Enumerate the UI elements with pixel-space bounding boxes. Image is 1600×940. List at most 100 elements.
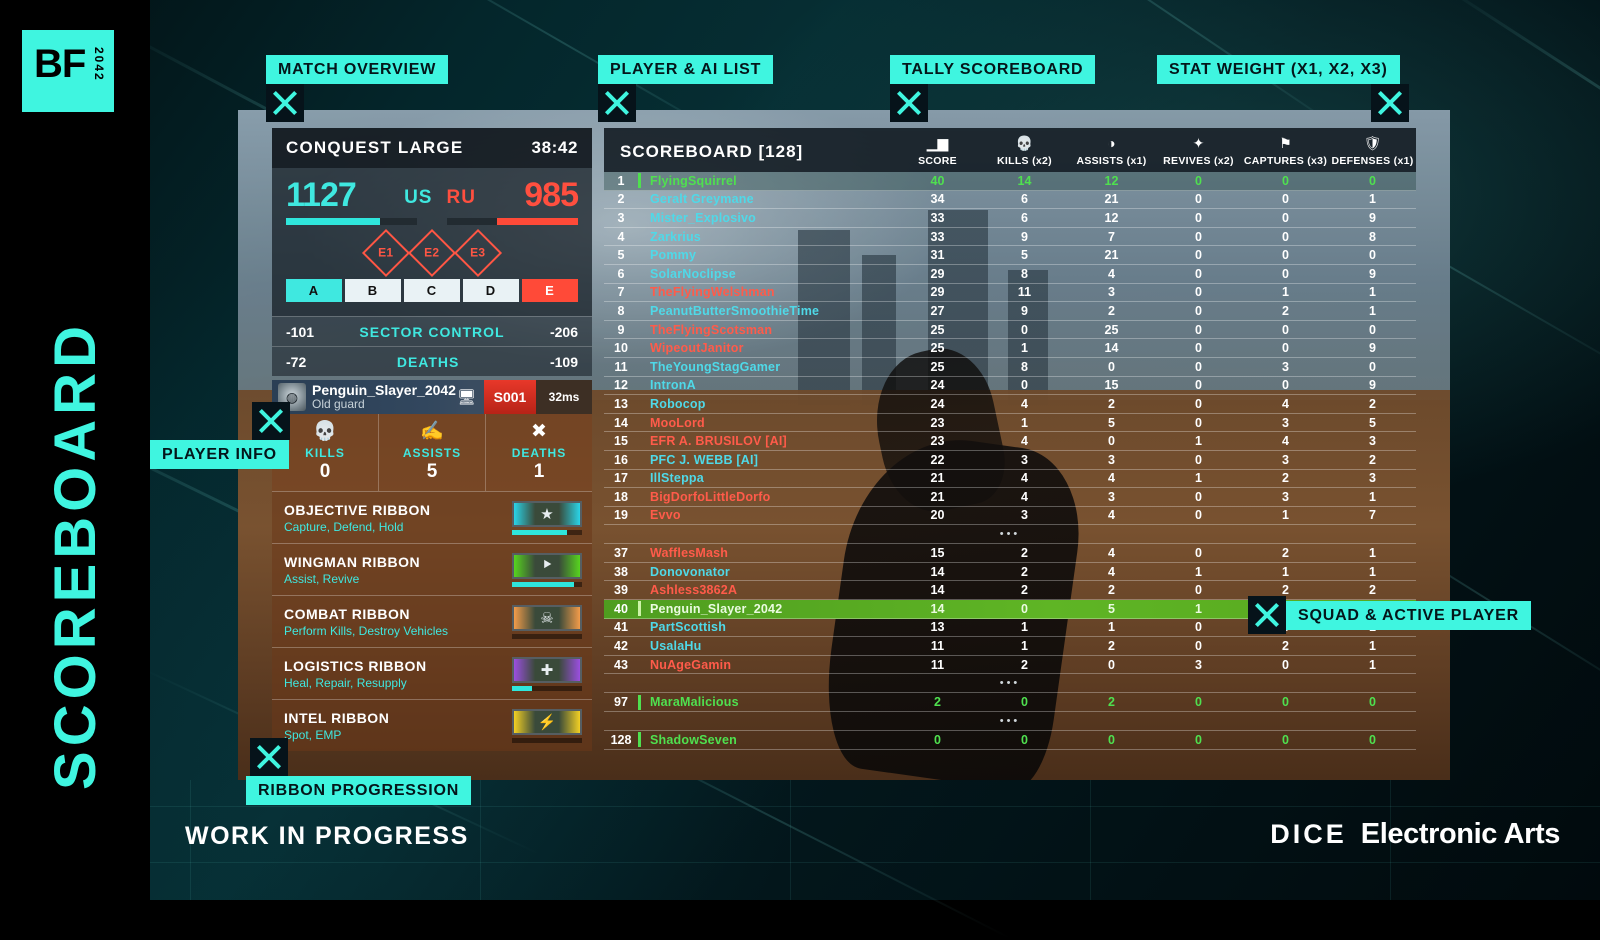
flag-icon: ⚑ [1279,135,1292,151]
table-row[interactable]: 37 WafflesMash 15 2 4 0 2 1 [604,544,1416,563]
row-defenses: 1 [1369,192,1376,207]
table-row[interactable]: 10 WipeoutJanitor 25 1 14 0 0 9 [604,339,1416,358]
row-player: WafflesMash [638,546,894,561]
close-icon[interactable] [1371,84,1409,122]
row-player: EFR A. BRUSILOV [AI] [638,434,894,449]
annotation-stat-weight-label: STAT WEIGHT (X1, X2, X3) [1157,55,1400,84]
table-row[interactable]: 19 Evvo 20 3 4 0 1 7 [604,507,1416,526]
table-row[interactable]: 1 FlyingSquirrel 40 14 12 0 0 0 [604,172,1416,191]
table-row[interactable]: 9 TheFlyingScotsman 25 0 25 0 0 0 [604,321,1416,340]
close-icon[interactable] [890,84,928,122]
close-icon[interactable] [252,402,290,440]
table-row[interactable]: 14 MooLord 23 1 5 0 3 5 [604,414,1416,433]
table-row[interactable]: 7 TheFlyingWelshman 29 11 3 011 [604,284,1416,303]
scoreboard-column-header[interactable]: 🛡 DEFENSES (x1) [1329,136,1416,172]
row-stats: 25 0 25 0 0 0 [894,323,1416,337]
scoreboard-column-header[interactable]: ◑ ASSISTS (x1) [1068,136,1155,172]
capture-point-b[interactable]: B [345,279,401,302]
table-row[interactable]: 38 Donovonator 14 2 4 1 1 1 [604,563,1416,582]
row-kills: 2 [1021,657,1028,672]
table-row[interactable]: 13 Robocop 24 4 2 0 4 2 [604,395,1416,414]
table-row[interactable]: 8 PeanutButterSmoothieTime 27 9 2 0 2 1 [604,302,1416,321]
row-stats: 33 9 7 0 0 8 [894,230,1416,244]
row-kills: 1 [1021,415,1028,430]
scoreboard-column-header[interactable]: ✦ REVIVES (x2) [1155,136,1242,172]
capture-point-bar: A B C D E [286,279,578,302]
table-row[interactable]: 3 Mister_Explosivo 33 6 12 0 0 9 [604,209,1416,228]
annotation-squad-active-player: SQUAD & ACTIVE PLAYER [1248,596,1531,634]
background-gridline [480,780,481,900]
table-row[interactable]: 11 TheYoungStagGamer 25 8 0 0 3 0 [604,358,1416,377]
squad-badge[interactable]: S001 [484,380,536,414]
table-row[interactable]: 16 PFC J. WEBB [AI] 22 3 3 0 3 2 [604,451,1416,470]
scoreboard-column-headers: ▁▆ SCORE 💀 KILLS (x2) ◑ ASSISTS (x1) ✦ REVI… [894,136,1416,172]
row-score: 33 [930,229,945,244]
squad-indicator [638,285,641,300]
row-revives: 0 [1195,489,1202,504]
capture-point-d[interactable]: D [463,279,519,302]
table-row[interactable]: 5 Pommy 31 5 21 0 0 0 [604,246,1416,265]
row-assists: 2 [1108,303,1115,318]
ribbon-item[interactable]: OBJECTIVE RIBBON Capture, Defend, Hold ★ [272,491,592,543]
table-row[interactable]: 17 IllSteppa 21 4 4 1 2 3 [604,470,1416,489]
ribbon-art: ⚡ [512,708,582,743]
row-revives: 0 [1195,192,1202,207]
ribbon-item[interactable]: LOGISTICS RIBBON Heal, Repair, Resupply … [272,647,592,699]
row-kills: 4 [1021,434,1028,449]
row-assists: 4 [1108,266,1115,281]
background-gridline [150,806,1600,807]
capture-point-e[interactable]: E [522,279,578,302]
match-mode-header: CONQUEST LARGE 38:42 [272,128,592,168]
objective-e2[interactable]: E2 [407,228,457,278]
row-captures: 0 [1282,378,1289,393]
table-row[interactable]: 18 BigDorfoLittleDorfo 21 4 3 0 3 1 [604,488,1416,507]
table-row[interactable]: 2 Geralt Greymane 34 6 21 0 0 1 [604,191,1416,210]
close-icon[interactable] [598,84,636,122]
squad-indicator [638,694,641,710]
close-icon[interactable] [250,738,288,776]
bf-logo-text: BF [34,42,86,86]
row-revives: 0 [1195,508,1202,523]
objective-e2-label: E2 [424,246,440,260]
row-player-name: IntronA [650,378,696,393]
table-row[interactable]: 6 SolarNoclipse 29 8 4 0 0 9 [604,265,1416,284]
objective-e3[interactable]: E3 [453,228,503,278]
us-team-name: US [404,187,433,208]
row-kills: 0 [1021,732,1028,747]
squad-indicator [638,452,641,467]
row-stats: 11 2 0 3 0 1 [894,658,1416,672]
scoreboard-column-header[interactable]: ▁▆ SCORE [894,136,981,172]
table-row[interactable]: 15 EFR A. BRUSILOV [AI] 23 4 0 1 4 3 [604,432,1416,451]
row-revives: 0 [1195,359,1202,374]
row-player-name: Robocop [650,396,706,411]
row-kills: 3 [1021,452,1028,467]
scoreboard-column-header[interactable]: ⚑ CAPTURES (x3) [1242,136,1329,172]
close-icon[interactable] [1248,596,1286,634]
medic-cross-icon: ✚ [512,656,582,683]
annotation-squad-active-player-label: SQUAD & ACTIVE PLAYER [1286,600,1531,630]
column-label: SCORE [918,155,957,167]
capture-point-c[interactable]: C [404,279,460,302]
row-player-name: Zarkrius [650,229,701,244]
ribbon-item[interactable]: COMBAT RIBBON Perform Kills, Destroy Veh… [272,595,592,647]
close-icon[interactable] [266,84,304,122]
objective-e1-label: E1 [378,246,394,260]
table-row[interactable]: 97 MaraMalicious 2 0 2 0 0 0 [604,693,1416,713]
table-row[interactable]: 43 NuAgeGamin 11 2 0 3 0 1 [604,656,1416,675]
capture-point-a[interactable]: A [286,279,342,302]
ribbon-item[interactable]: WINGMAN RIBBON Assist, Revive ⯈ [272,543,592,595]
table-row[interactable]: 128 ShadowSeven 0 0 0 0 0 0 [604,731,1416,750]
row-defenses: 2 [1369,396,1376,411]
row-revives: 0 [1195,583,1202,598]
row-revives: 0 [1195,396,1202,411]
table-row[interactable]: 4 Zarkrius 33 9 7 0 0 8 [604,228,1416,247]
row-kills: 8 [1021,359,1028,374]
table-row[interactable]: 12 IntronA 24 0 15 0 0 9 [604,377,1416,396]
table-row[interactable]: 42 UsalaHu 11 1 2 021 [604,637,1416,656]
row-player-name: Mister_Explosivo [650,210,757,225]
player-card[interactable]: ◍ Penguin_Slayer_2042 Old guard 🖥 S001 3… [272,380,592,414]
row-rank: 5 [617,248,625,263]
row-defenses: 9 [1369,210,1376,225]
objective-e1[interactable]: E1 [361,228,411,278]
scoreboard-column-header[interactable]: 💀 KILLS (x2) [981,136,1068,172]
